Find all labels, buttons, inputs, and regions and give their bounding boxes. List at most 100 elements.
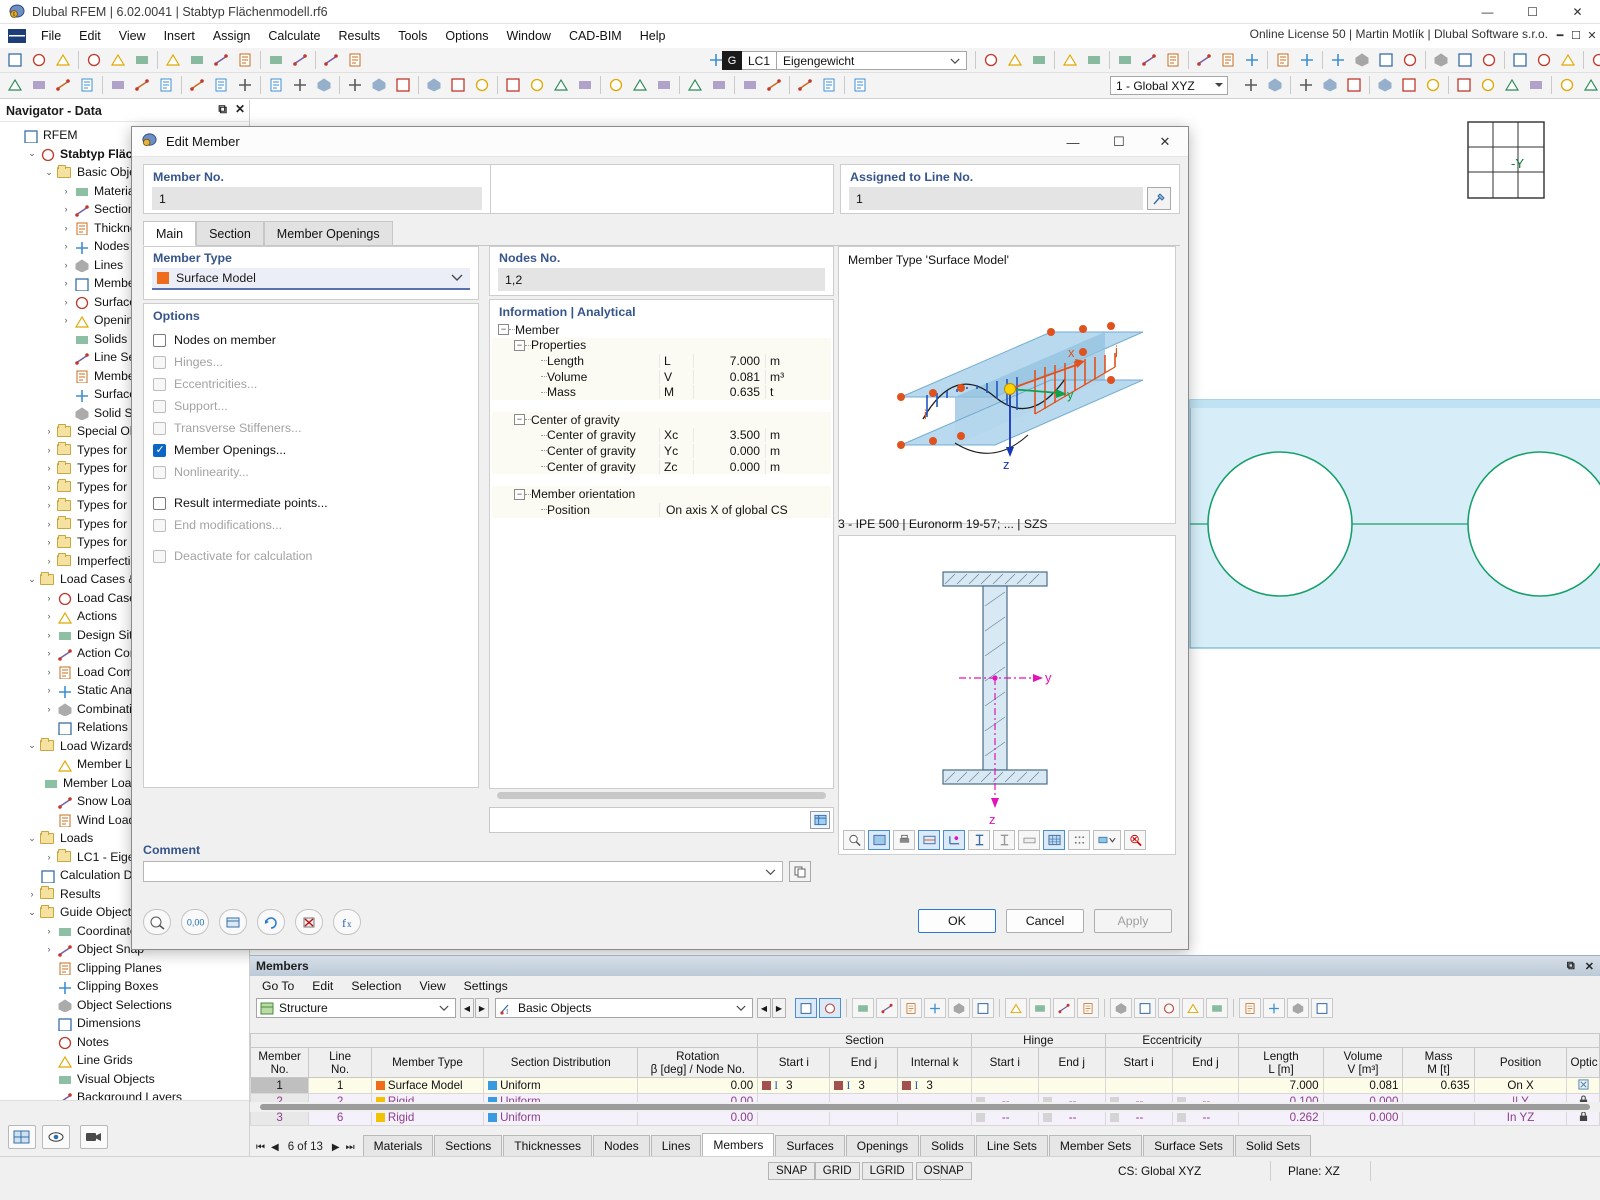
table-menu-go-to[interactable]: Go To <box>262 979 294 993</box>
members-grid[interactable]: Section Hinge Eccentricity Member No. Line No.… <box>249 1033 1600 1126</box>
row-move-up-icon[interactable] <box>948 998 970 1018</box>
assigned-line-field[interactable]: 1 <box>849 187 1143 210</box>
toolbar1-button-45[interactable] <box>1509 49 1531 71</box>
objects-prev-button[interactable]: ◀ <box>757 998 771 1018</box>
label-toggle-icon[interactable] <box>1018 830 1040 850</box>
tree-expander[interactable]: › <box>59 297 73 307</box>
structure-filter-chevron-icon[interactable] <box>439 1005 449 1012</box>
table-tool-icons[interactable] <box>795 998 1333 1018</box>
tree-expander[interactable]: › <box>59 223 73 233</box>
tree-expander[interactable]: ⌄ <box>25 833 39 844</box>
tree-expander[interactable]: ⌄ <box>25 574 39 585</box>
toolbar2-button-44[interactable] <box>1501 74 1523 96</box>
nodes-no-field[interactable]: 1,2 <box>498 268 825 291</box>
row-insert-icon[interactable] <box>852 998 874 1018</box>
column-header-position[interactable]: Position <box>1473 1047 1568 1078</box>
checkbox[interactable] <box>153 377 166 391</box>
chevron-down-icon[interactable] <box>451 274 463 282</box>
column-header-start-i[interactable]: Start i <box>757 1047 831 1078</box>
menu-help[interactable]: Help <box>631 26 675 46</box>
settings-tool-icon[interactable] <box>219 909 247 935</box>
cell-hinge-end[interactable] <box>1037 1077 1106 1094</box>
cell-ecc-start[interactable] <box>1104 1077 1173 1094</box>
tree-expander[interactable]: › <box>59 260 73 270</box>
toolbar2-button-14[interactable] <box>344 74 366 96</box>
toolbar2-button-20[interactable] <box>502 74 524 96</box>
toolbar1-button-28[interactable] <box>1059 49 1081 71</box>
tree-expander[interactable]: ⌄ <box>42 167 56 178</box>
checkbox[interactable] <box>153 399 166 413</box>
option-eccentricities[interactable]: Eccentricities... <box>153 373 478 395</box>
export-excel-icon[interactable] <box>1239 998 1261 1018</box>
column-header-end-j[interactable]: End j <box>829 1047 899 1078</box>
toolbar1-button-1[interactable] <box>4 49 26 71</box>
navigator-close-icon[interactable]: ✕ <box>235 102 245 117</box>
menu-edit[interactable]: Edit <box>70 26 110 46</box>
options-list[interactable]: Nodes on member Hinges... Eccentricities..… <box>144 329 478 567</box>
column-header-v-m-[interactable]: Volume V [m³] <box>1322 1047 1404 1078</box>
information-tree[interactable]: − Member − Properties Length L 7.000 m Volume V 0.… <box>492 322 831 518</box>
tree-expander[interactable]: › <box>25 889 39 899</box>
load-case-name-dropdown[interactable]: Eigengewicht <box>777 51 968 70</box>
dimension-toggle-icon[interactable] <box>918 830 940 850</box>
toolbar2-button-43[interactable] <box>1477 74 1499 96</box>
remove-load-icon[interactable] <box>1053 998 1075 1018</box>
color-picker-icon[interactable] <box>1093 830 1121 850</box>
cs-chevron-down-icon[interactable] <box>1215 83 1223 87</box>
tree-expander[interactable]: › <box>42 667 56 677</box>
tree-expander[interactable]: › <box>42 463 56 473</box>
toolbar2-button-7[interactable] <box>155 74 177 96</box>
model-view-button[interactable] <box>8 1125 36 1149</box>
column-header-start-i[interactable]: Start i <box>970 1047 1039 1078</box>
toolbar1-button-9[interactable] <box>210 49 232 71</box>
column-header-end-j[interactable]: End j <box>1037 1047 1106 1078</box>
structure-next-button[interactable]: ▶ <box>475 998 489 1018</box>
cell-rotation[interactable]: 0.00 <box>637 1077 759 1094</box>
table-menu-view[interactable]: View <box>419 979 445 993</box>
cell-line-no[interactable]: 1 <box>308 1077 372 1094</box>
section-preview-toolbar[interactable] <box>843 830 1146 850</box>
delete-row-icon[interactable] <box>1005 998 1027 1018</box>
axes-toggle-icon[interactable] <box>943 830 965 850</box>
import-rows-icon[interactable] <box>1077 998 1099 1018</box>
row-duplicate-icon[interactable] <box>876 998 898 1018</box>
ok-button[interactable]: OK <box>918 909 996 933</box>
cell-volume[interactable]: 0.081 <box>1322 1077 1404 1094</box>
toolbar2-button-39[interactable] <box>1374 74 1396 96</box>
doc-close-button[interactable]: ✕ <box>1584 26 1600 44</box>
page-tab-materials[interactable]: Materials <box>362 1135 434 1156</box>
select-mode-icon[interactable] <box>795 998 817 1018</box>
nav-item-notes[interactable]: Notes <box>4 1033 249 1052</box>
toolbar2-button-23[interactable] <box>574 74 596 96</box>
toolbar1-button-7[interactable] <box>162 49 184 71</box>
load-case-chevron-icon[interactable] <box>950 58 960 65</box>
snap-button-snap[interactable]: SNAP <box>768 1162 816 1180</box>
lock-icon[interactable] <box>1579 1110 1588 1122</box>
information-settings-icon[interactable] <box>810 811 830 829</box>
zoom-all-icon[interactable] <box>843 830 865 850</box>
tree-expander[interactable]: › <box>42 537 56 547</box>
page-tab-member-sets[interactable]: Member Sets <box>1048 1135 1143 1156</box>
toolbar1-button-10[interactable] <box>234 49 256 71</box>
toolbar2-button-42[interactable] <box>1453 74 1475 96</box>
structure-prev-button[interactable]: ◀ <box>460 998 474 1018</box>
column-header-end-j[interactable]: End j <box>1171 1047 1240 1078</box>
toolbar1-button-38[interactable] <box>1327 49 1349 71</box>
toolbar1-button-43[interactable] <box>1454 49 1476 71</box>
tree-expander[interactable]: ⌄ <box>25 907 39 918</box>
tree-expander[interactable]: › <box>42 704 56 714</box>
navigator-restore-icon[interactable]: ⧉ <box>218 102 227 117</box>
cell-mass[interactable]: 0.635 <box>1402 1077 1475 1094</box>
tree-collapse-box[interactable]: − <box>514 414 525 426</box>
page-tab-sections[interactable]: Sections <box>434 1135 503 1156</box>
tree-expander[interactable]: › <box>59 204 73 214</box>
formula-f2-icon[interactable] <box>1206 998 1228 1018</box>
toolbar2-button-6[interactable] <box>131 74 153 96</box>
toolbar1-button-42[interactable] <box>1430 49 1452 71</box>
tree-expander[interactable]: ⌄ <box>25 148 39 159</box>
tree-expander[interactable]: › <box>42 482 56 492</box>
nav-item-clipping-boxes[interactable]: Clipping Boxes <box>4 977 249 996</box>
nav-item-visual-objects[interactable]: Visual Objects <box>4 1070 249 1089</box>
toolbar1-button-2[interactable] <box>28 49 50 71</box>
column-header-member-type[interactable]: Member Type <box>370 1047 485 1078</box>
